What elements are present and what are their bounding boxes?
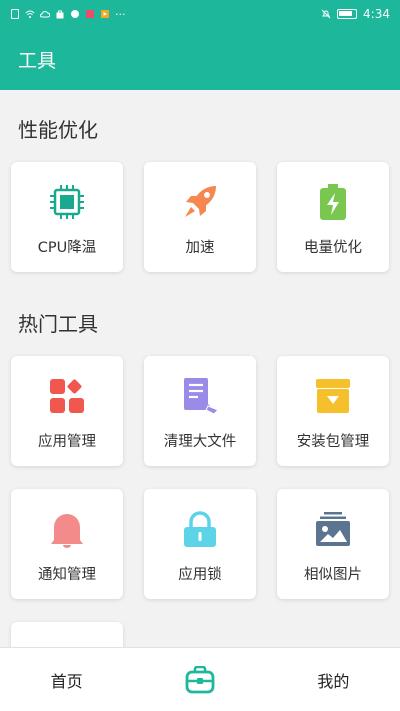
bottom-nav: 首页 我的	[0, 647, 400, 711]
bag-icon	[56, 10, 64, 19]
tool-label: 清理大文件	[163, 434, 237, 450]
wifi-icon	[25, 10, 35, 18]
rocket-icon	[180, 182, 220, 222]
page-title: 工具	[18, 49, 57, 72]
tab-home[interactable]: 首页	[0, 648, 133, 711]
cpu-icon	[47, 182, 87, 222]
tool-card-package-manager[interactable]: 安装包管理	[277, 356, 389, 466]
tool-card-speed-up[interactable]: 加速	[144, 162, 256, 272]
cloud-icon	[40, 11, 50, 18]
tool-card-clean-large-files[interactable]: 清理大文件	[144, 356, 256, 466]
package-icon	[313, 376, 353, 416]
tool-card-partial[interactable]	[11, 622, 123, 647]
section-title-popular: 热门工具	[18, 312, 98, 336]
tool-card-app-lock[interactable]: 应用锁	[144, 489, 256, 599]
tool-label: 应用管理	[38, 434, 96, 450]
tool-label: 通知管理	[38, 567, 96, 583]
tool-label: 电量优化	[304, 240, 362, 256]
sim-icon	[11, 9, 19, 19]
apps-grid-icon	[47, 376, 87, 416]
status-bar: ··· 4:34	[0, 0, 400, 28]
tool-card-cpu-cooling[interactable]: CPU降温	[11, 162, 123, 272]
app-icon	[101, 10, 109, 18]
tool-label: 安装包管理	[296, 434, 370, 450]
tab-tools[interactable]	[133, 648, 266, 711]
tab-home-label: 首页	[50, 671, 83, 691]
battery-icon	[337, 9, 358, 19]
tab-mine-label: 我的	[317, 671, 350, 691]
app-icon	[86, 10, 94, 18]
battery-charge-icon	[313, 182, 353, 222]
tool-card-app-manager[interactable]: 应用管理	[11, 356, 123, 466]
image-icon	[313, 509, 353, 549]
app-icon	[71, 10, 79, 18]
section-title-performance: 性能优化	[18, 118, 98, 142]
tool-label: 相似图片	[304, 567, 362, 583]
tab-mine[interactable]: 我的	[267, 648, 400, 711]
app-bar: 工具	[0, 28, 400, 90]
lock-icon	[180, 509, 220, 549]
tool-card-similar-images[interactable]: 相似图片	[277, 489, 389, 599]
status-time: 4:34	[363, 7, 390, 21]
tool-label: CPU降温	[37, 240, 97, 256]
tool-label: 应用锁	[178, 567, 222, 583]
tools-content[interactable]: 性能优化 CPU降温 加速 电量优化 热门工具 应用管理 清理大文件 安装包管理…	[0, 90, 400, 647]
document-clean-icon	[180, 376, 220, 416]
more-icon: ···	[115, 7, 126, 21]
mute-icon	[321, 9, 331, 19]
tool-card-notification-manager[interactable]: 通知管理	[11, 489, 123, 599]
tool-label: 加速	[185, 240, 215, 256]
tool-card-battery-optimize[interactable]: 电量优化	[277, 162, 389, 272]
toolbox-icon	[185, 665, 215, 693]
bell-icon	[47, 509, 87, 549]
